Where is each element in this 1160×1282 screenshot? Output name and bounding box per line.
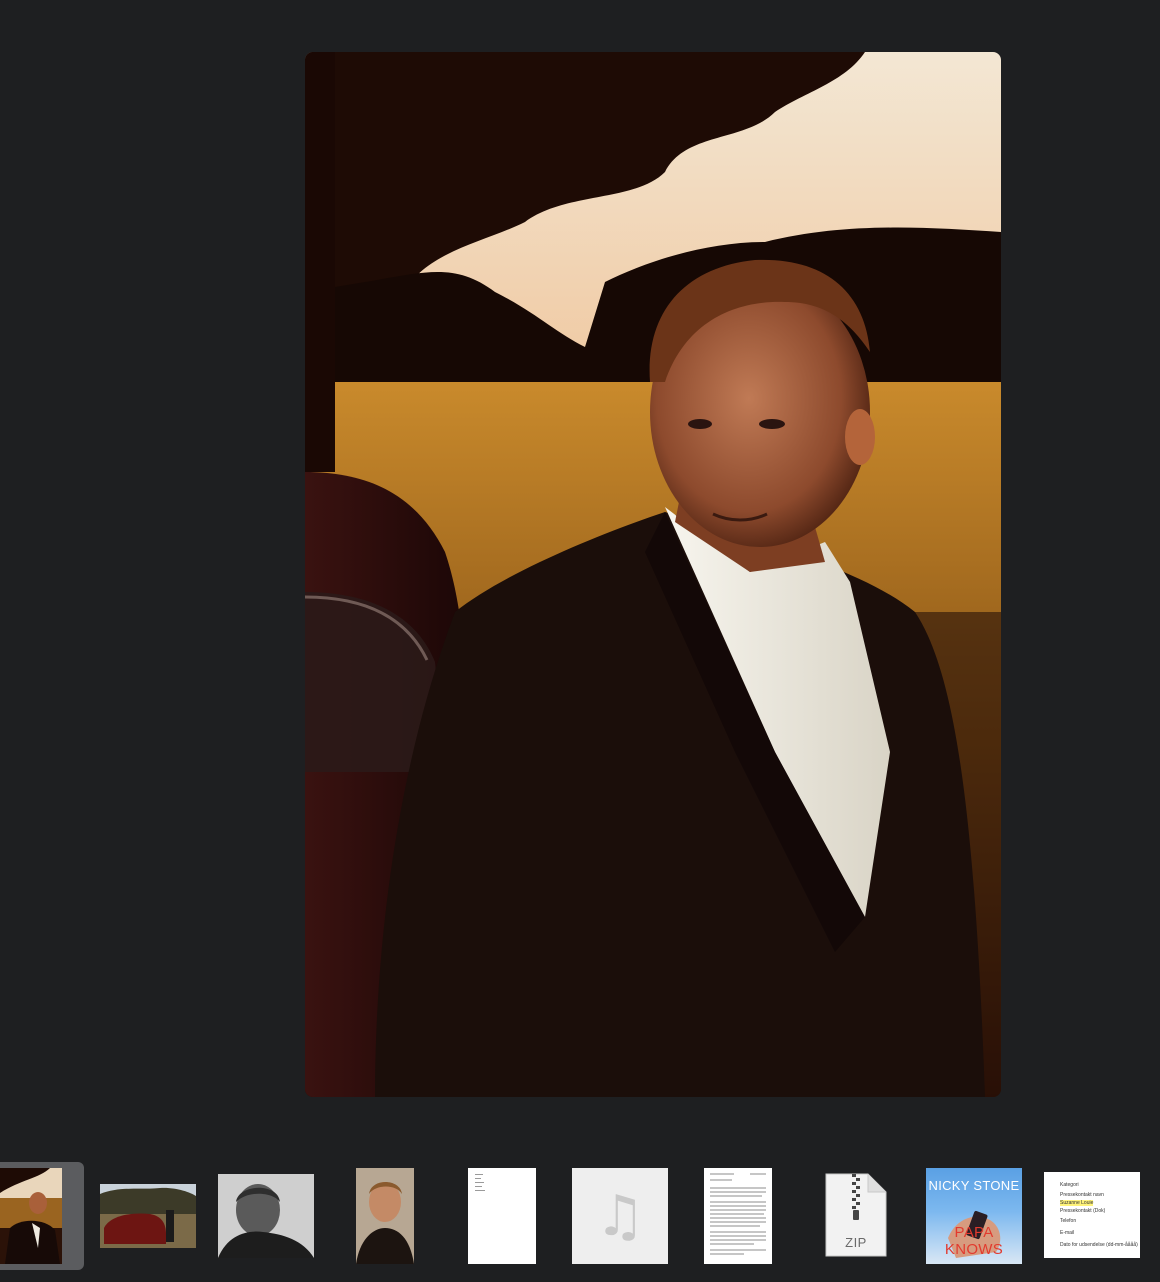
- leather-jacket-portrait-thumb: [356, 1168, 414, 1264]
- thumb-form-document[interactable]: Kategori Pressekontakt navn Suzanne Loui…: [1044, 1172, 1140, 1258]
- thumb-portrait-photo[interactable]: [0, 1168, 62, 1264]
- thumb-blank-document[interactable]: [468, 1168, 536, 1264]
- zip-label: ZIP: [845, 1235, 867, 1250]
- quick-look-viewer: ♫ ZIP NICKY STONE PAPA KNOWS Kategori Pr…: [0, 0, 1160, 1282]
- thumb-leather-jacket-portrait[interactable]: [356, 1168, 414, 1264]
- main-photo-preview[interactable]: [305, 52, 1001, 1097]
- portrait-photo-thumb: [0, 1168, 62, 1264]
- form-line-1: Kategori: [1060, 1182, 1079, 1188]
- thumb-zip-archive[interactable]: ZIP: [824, 1172, 888, 1258]
- form-line-6: E-mail: [1060, 1230, 1075, 1236]
- thumb-album-cover[interactable]: NICKY STONE PAPA KNOWS: [926, 1168, 1022, 1264]
- thumb-car-photo[interactable]: [100, 1184, 196, 1248]
- thumb-text-document[interactable]: [704, 1168, 772, 1264]
- bw-portrait-thumb: [218, 1174, 314, 1258]
- form-line-3: Suzanne Louie: [1060, 1200, 1094, 1206]
- portrait-photo: [305, 52, 1001, 1097]
- album-artist: NICKY STONE: [928, 1178, 1020, 1193]
- thumb-bw-portrait[interactable]: [218, 1174, 314, 1258]
- form-line-7: Dato for udsendelse (dd-mm-åååå): [1060, 1242, 1138, 1248]
- thumb-audio-file[interactable]: ♫: [572, 1168, 668, 1264]
- music-note-icon: ♫: [594, 1183, 646, 1249]
- form-line-4: Pressekontakt (Dok): [1060, 1208, 1106, 1214]
- car-photo-thumb: [100, 1184, 196, 1248]
- form-line-2: Pressekontakt navn: [1060, 1192, 1104, 1198]
- album-title: PAPA KNOWS: [944, 1224, 1004, 1258]
- text-document-thumb: [704, 1168, 772, 1264]
- form-line-5: Telefon: [1060, 1218, 1077, 1224]
